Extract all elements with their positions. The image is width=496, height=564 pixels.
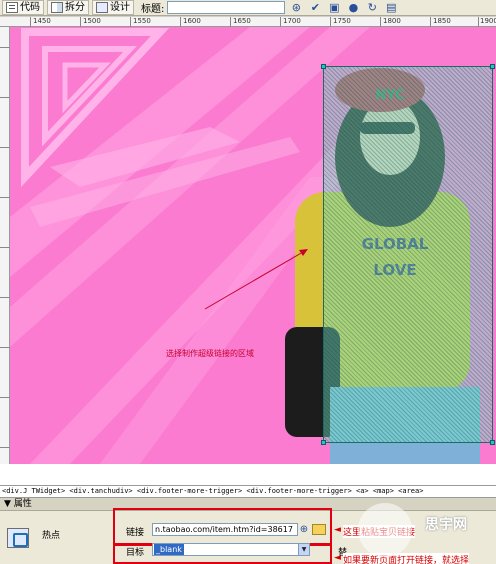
document-toolbar: 代码 拆分 设计 标题: ⊛ ✔ ▣ ● ↻ ▤ [0, 0, 496, 16]
preview-icon[interactable]: ● [345, 1, 361, 14]
watermark-text: 思宇网 [425, 517, 467, 533]
link-label: 链接 [126, 528, 145, 538]
link-input[interactable]: n.taobao.com/item.htm?id=38617 [152, 523, 298, 536]
ruler-label: 1550 [133, 17, 151, 25]
refresh-icon[interactable]: ↻ [364, 1, 380, 14]
target-selected-value: _blank [154, 544, 184, 555]
ruler-label: 1700 [283, 17, 301, 25]
hotspot-label: 热点 [42, 531, 61, 541]
canvas-bottom-area [0, 464, 496, 485]
title-label: 标题: [141, 4, 165, 15]
collapse-triangle-icon[interactable]: ▼ [4, 498, 11, 510]
ruler-tick [430, 17, 431, 27]
ruler-label: 1500 [83, 17, 101, 25]
target-select[interactable]: _blank ▼ [152, 543, 310, 556]
split-view-label: 拆分 [65, 2, 85, 13]
ruler-label: 1450 [33, 17, 51, 25]
note-arrow-icon: ◄ [334, 553, 341, 563]
horizontal-ruler: 1450 1500 1550 1600 1650 1700 1750 1800 … [0, 17, 496, 27]
code-view-button[interactable]: 代码 [2, 0, 44, 15]
resize-handle[interactable] [490, 64, 495, 69]
dreamweaver-window: 代码 拆分 设计 标题: ⊛ ✔ ▣ ● ↻ ▤ 1450 1500 1550 … [0, 0, 496, 564]
ruler-tick [80, 17, 81, 27]
visual-aids-icon[interactable]: ▣ [326, 1, 342, 14]
browse-folder-icon[interactable] [312, 524, 326, 535]
ruler-tick [380, 17, 381, 27]
code-icon [6, 2, 18, 13]
hotspot-icon [7, 528, 29, 548]
image-map-hotspot[interactable] [321, 64, 495, 445]
hotspot-annotation: 选择制作超级链接的区域 [166, 349, 254, 358]
ruler-label: 1600 [183, 17, 201, 25]
title-input[interactable] [167, 1, 286, 14]
ruler-tick [130, 17, 131, 27]
vertical-ruler [0, 27, 10, 464]
watermark-logo-icon [358, 503, 412, 557]
ruler-tick [0, 297, 10, 298]
ruler-tick [30, 17, 31, 27]
ruler-tick [0, 397, 10, 398]
ruler-label: 1850 [433, 17, 451, 25]
tag-selector[interactable]: <div.J TWidget> <div.tanchudiv> <div.foo… [0, 485, 496, 498]
ruler-label: 1750 [333, 17, 351, 25]
split-icon [51, 2, 63, 13]
design-icon [96, 2, 108, 13]
ruler-tick [478, 17, 479, 27]
ruler-tick [0, 97, 10, 98]
ruler-tick [0, 447, 10, 448]
view-options-icon[interactable]: ▤ [383, 1, 399, 14]
design-view-button[interactable]: 设计 [92, 0, 134, 15]
code-view-label: 代码 [20, 2, 40, 13]
ruler-tick [0, 247, 10, 248]
note-arrow-icon: ◄ [334, 525, 341, 535]
ruler-tick [0, 197, 10, 198]
resize-handle[interactable] [321, 440, 326, 445]
ruler-tick [180, 17, 181, 27]
ruler-tick [280, 17, 281, 27]
point-to-file-icon[interactable]: ⊕ [298, 523, 310, 536]
target-note: 如果要新页面打开链接，就选择 [343, 553, 470, 564]
properties-panel: ▼ 属性 热点 链接 n.taobao.com/item.htm?id=3861… [0, 498, 496, 564]
split-view-button[interactable]: 拆分 [47, 0, 89, 15]
properties-title: 属性 [13, 499, 32, 509]
ruler-tick [330, 17, 331, 27]
resize-handle[interactable] [490, 440, 495, 445]
target-label: 目标 [126, 548, 145, 558]
design-canvas[interactable]: NYC GLOBAL LOVE 选择制作超级链接的区域 [10, 27, 496, 464]
globe-icon[interactable]: ⊛ [288, 1, 304, 14]
ruler-tick [0, 147, 10, 148]
ruler-label: 1650 [233, 17, 251, 25]
ruler-tick [0, 347, 10, 348]
ruler-tick [230, 17, 231, 27]
ruler-tick [0, 47, 10, 48]
ruler-label: 1900 [480, 17, 496, 25]
design-view-label: 设计 [110, 2, 130, 13]
dropdown-arrow-icon[interactable]: ▼ [298, 544, 309, 555]
ruler-label: 1800 [383, 17, 401, 25]
resize-handle[interactable] [321, 64, 326, 69]
browser-check-icon[interactable]: ✔ [307, 1, 323, 14]
